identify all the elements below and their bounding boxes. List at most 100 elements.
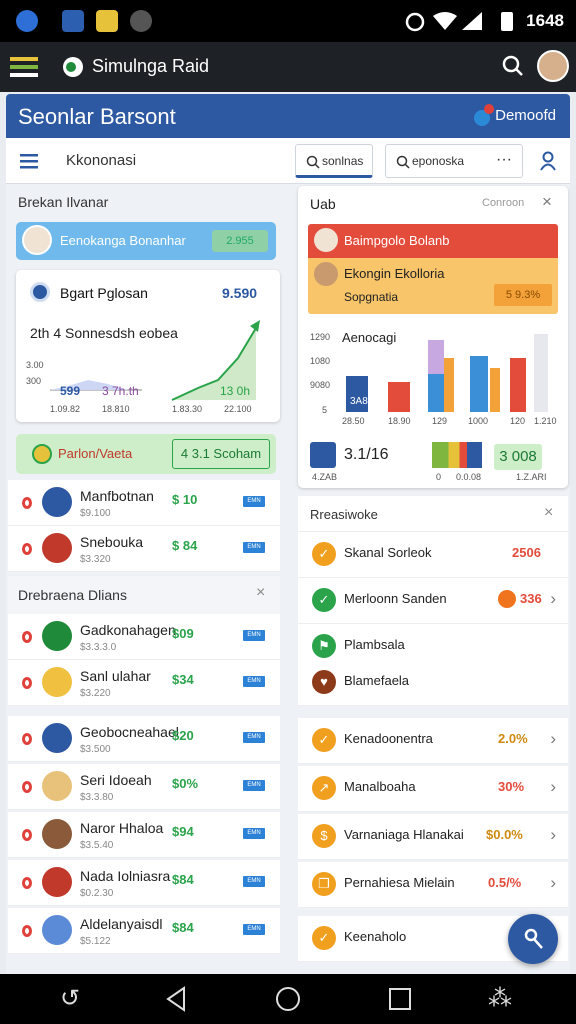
hamburger-icon[interactable] xyxy=(20,153,40,171)
list-item[interactable]: $ Varnaniaga Hlanakai $0.0% › xyxy=(298,814,568,860)
list-item[interactable]: Manfbotnan $9.100 $ 10 EMN xyxy=(8,480,280,526)
list-item-sub: $9.100 xyxy=(80,508,111,519)
list-item-tag[interactable]: EMN xyxy=(243,924,265,935)
bar xyxy=(510,358,526,412)
home-icon[interactable] xyxy=(275,986,301,1012)
green-banner[interactable]: Parlon/Vaeta 4 3.1 Scoham xyxy=(16,434,276,474)
chevron-right-icon[interactable]: › xyxy=(550,589,556,609)
list-item[interactable]: ♥ Blamefaela xyxy=(298,660,568,706)
bar xyxy=(428,374,444,412)
list-item-tag[interactable]: EMN xyxy=(243,542,265,553)
list-item[interactable]: ✓ Merloonn Sanden 336 › xyxy=(298,578,568,624)
apps-icon[interactable]: ⁂ xyxy=(488,986,512,1012)
search-field-2[interactable]: eponoska ··· xyxy=(385,144,523,178)
list-item-name: Aldelanyaisdl xyxy=(80,916,163,932)
list-item-tag[interactable]: EMN xyxy=(243,876,265,887)
list-item-value: 2506 xyxy=(512,545,541,560)
search-icon xyxy=(396,155,410,169)
list-item-sub: $3.3.3.0 xyxy=(80,642,117,653)
alarm-icon xyxy=(405,12,425,32)
back-icon[interactable] xyxy=(164,986,188,1012)
close-icon[interactable]: × xyxy=(544,504,553,522)
flag-icon: ⚑ xyxy=(312,634,336,658)
list-item[interactable]: Snebouka $3.320 $ 84 EMN xyxy=(8,526,280,572)
list-item-name: Varnaniaga Hlanakai xyxy=(344,827,464,842)
list-item-sub: $0.2.30 xyxy=(80,888,114,899)
check-icon: ✓ xyxy=(312,728,336,752)
y-tick: 1290 xyxy=(310,332,331,342)
list-item-name: Geobocneahael xyxy=(80,724,179,740)
search-icon xyxy=(306,155,320,169)
close-icon[interactable]: × xyxy=(256,584,265,602)
person-search-icon xyxy=(524,928,543,949)
list-item[interactable]: Seri Idoeah $3.3.80 $0% EMN xyxy=(8,764,280,810)
chart-card-title: Bgart Pglosan xyxy=(60,285,148,301)
list-item-name: Manfbotnan xyxy=(80,488,154,504)
list-item[interactable]: Sanl ulahar $3.220 $34 EMN xyxy=(8,660,280,706)
chevron-right-icon[interactable]: › xyxy=(550,825,556,845)
y-tick: 5 xyxy=(322,405,328,415)
notification-dot xyxy=(484,104,494,114)
chevron-right-icon[interactable]: › xyxy=(550,777,556,797)
avatar xyxy=(42,819,72,849)
chevron-right-icon[interactable]: › xyxy=(550,729,556,749)
right-section-header: Rreasiwoke × xyxy=(298,496,568,532)
list-item[interactable]: ↗ Manalboaha 30% › xyxy=(298,766,568,812)
user-avatar[interactable] xyxy=(537,50,569,82)
chart-label: 599 xyxy=(60,384,81,398)
toolbar-tab-label[interactable]: Kkononasi xyxy=(66,152,136,169)
user-icon[interactable] xyxy=(538,151,558,171)
panel-title: Seonlar Barsont xyxy=(18,104,176,129)
right-section-title: Rreasiwoke xyxy=(310,507,378,522)
list-item-tag[interactable]: EMN xyxy=(243,676,265,687)
status-dot xyxy=(22,631,32,643)
status-dot xyxy=(22,677,32,689)
list-item-value: $94 xyxy=(172,824,194,839)
list-item-tag[interactable]: EMN xyxy=(243,828,265,839)
left-section-header: Drebraena Dlians × xyxy=(8,576,280,614)
list-item-name: Gadkonahagen xyxy=(80,622,176,638)
list-item-tag[interactable]: EMN xyxy=(243,630,265,641)
alert-red[interactable]: Baimpgolo Bolanb xyxy=(308,224,558,258)
search-field-1[interactable]: sonlnas xyxy=(295,144,373,178)
alert-yellow[interactable]: Ekongin Ekolloria Sopgnatia 5 9.3% xyxy=(308,258,558,314)
bar-chart xyxy=(346,334,548,412)
list-item[interactable]: Aldelanyaisdl $5.122 $84 EMN xyxy=(8,908,280,954)
green-banner-label: Parlon/Vaeta xyxy=(58,446,133,461)
list-item[interactable]: Naror Hhaloa $3.5.40 $94 EMN xyxy=(8,812,280,858)
list-item[interactable]: Gadkonahagen $3.3.3.0 $09 EMN xyxy=(8,614,280,660)
more-icon[interactable]: ··· xyxy=(496,151,512,169)
list-item-sub: $3.220 xyxy=(80,688,111,699)
stat1-sub: 4.ZAB xyxy=(312,472,338,482)
search-icon[interactable] xyxy=(502,55,524,77)
chevron-right-icon[interactable]: › xyxy=(550,873,556,893)
list-item-tag[interactable]: EMN xyxy=(243,780,265,791)
menu-icon[interactable] xyxy=(10,55,40,79)
list-item[interactable]: Geobocneahael $3.500 $20 EMN xyxy=(8,716,280,762)
card-icon xyxy=(96,10,118,32)
recents-icon[interactable] xyxy=(388,987,412,1011)
list-item-tag[interactable]: EMN xyxy=(243,732,265,743)
list-item-tag[interactable]: EMN xyxy=(243,496,265,507)
list-item[interactable]: ✓ Kenadoonentra 2.0% › xyxy=(298,718,568,764)
green-banner-value[interactable]: 4 3.1 Scoham xyxy=(172,439,270,469)
alert-red-label: Baimpgolo Bolanb xyxy=(344,233,450,248)
user-banner[interactable]: Eenokanga Bonanhar 2.955 xyxy=(16,222,276,260)
fab-button[interactable] xyxy=(508,914,558,964)
avatar xyxy=(42,723,72,753)
status-dot xyxy=(22,543,32,555)
x-tick: 1000 xyxy=(468,416,489,426)
avatar xyxy=(42,621,72,651)
close-icon[interactable]: × xyxy=(542,192,552,212)
refresh-icon[interactable]: ↺ xyxy=(60,986,80,1012)
list-item[interactable]: ❐ Pernahiesa Mielain 0.5/% › xyxy=(298,862,568,908)
list-item-sub: $3.5.40 xyxy=(80,840,114,851)
list-item[interactable]: ✓ Skanal Sorleok 2506 xyxy=(298,532,568,578)
profile-label[interactable]: Demoofd xyxy=(495,107,556,124)
x-tick: 28.50 xyxy=(342,416,365,426)
avatar xyxy=(42,487,72,517)
list-item[interactable]: Nada Iolniasra $0.2.30 $84 EMN xyxy=(8,860,280,906)
bolt-icon: ✓ xyxy=(312,542,336,566)
list-item-value: $34 xyxy=(172,672,194,687)
alert-sub: Sopgnatia xyxy=(344,290,399,304)
